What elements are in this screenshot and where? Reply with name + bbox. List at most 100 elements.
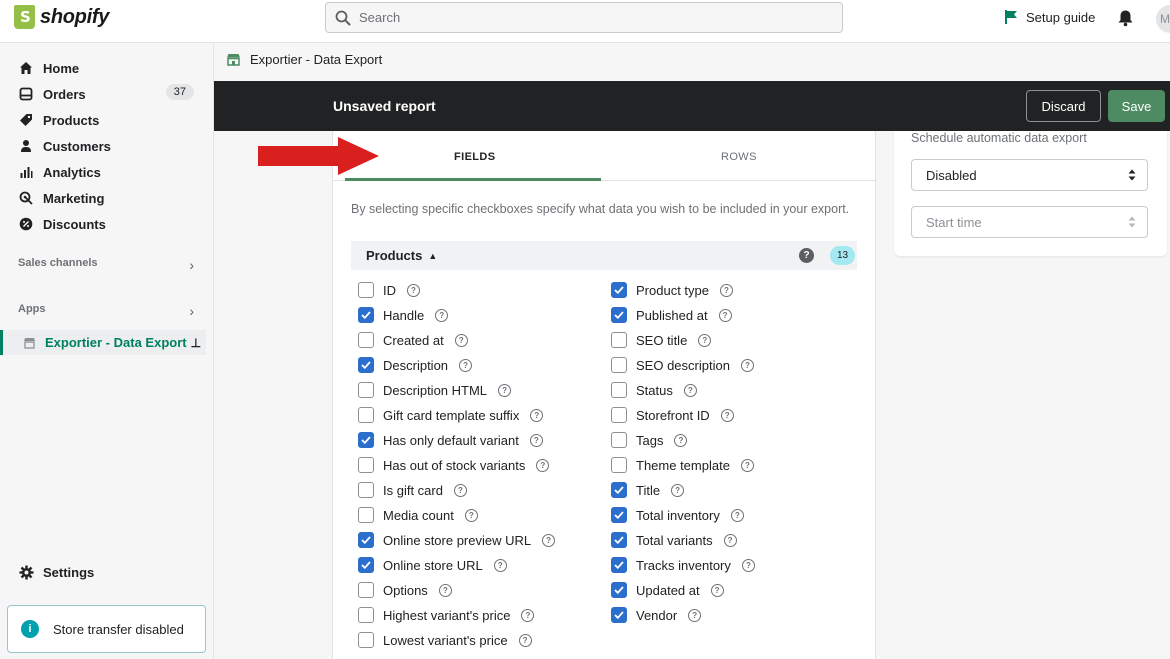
checkbox-unchecked[interactable] (358, 482, 374, 498)
sidebar-item-marketing[interactable]: Marketing (18, 187, 196, 209)
field-checkbox-row[interactable]: Storefront ID? (611, 405, 734, 425)
help-icon[interactable]: ? (498, 383, 512, 397)
field-checkbox-row[interactable]: Media count? (358, 505, 478, 525)
save-button[interactable]: Save (1108, 90, 1165, 122)
checkbox-unchecked[interactable] (611, 357, 627, 373)
sidebar-item-exportier[interactable]: Exportier - Data Export ⊥ (0, 330, 206, 355)
help-icon[interactable]: ? (799, 248, 814, 263)
notifications-button[interactable] (1117, 9, 1134, 30)
help-icon[interactable]: ? (521, 608, 535, 622)
field-checkbox-row[interactable]: Tracks inventory? (611, 555, 755, 575)
sidebar-item-discounts[interactable]: Discounts (18, 213, 196, 235)
sidebar-item-home[interactable]: Home (18, 57, 196, 79)
checkbox-checked[interactable] (358, 532, 374, 548)
field-checkbox-row[interactable]: Title? (611, 480, 685, 500)
field-checkbox-row[interactable]: Product type? (611, 280, 733, 300)
help-icon[interactable]: ? (698, 333, 712, 347)
shopify-logo[interactable]: shopify (14, 5, 109, 29)
checkbox-checked[interactable] (358, 557, 374, 573)
field-checkbox-row[interactable]: Created at? (358, 330, 468, 350)
field-checkbox-row[interactable]: Description? (358, 355, 473, 375)
help-icon[interactable]: ? (530, 408, 544, 422)
sales-channels-section[interactable]: Sales channels › (18, 257, 194, 273)
help-icon[interactable]: ? (518, 633, 532, 647)
field-checkbox-row[interactable]: Tags? (611, 430, 688, 450)
sidebar-item-customers[interactable]: Customers (18, 135, 196, 157)
checkbox-checked[interactable] (611, 507, 627, 523)
help-icon[interactable]: ? (464, 508, 478, 522)
field-checkbox-row[interactable]: Has out of stock variants? (358, 455, 550, 475)
help-icon[interactable]: ? (720, 408, 734, 422)
help-icon[interactable]: ? (493, 558, 507, 572)
help-icon[interactable]: ? (435, 308, 449, 322)
checkbox-checked[interactable] (611, 307, 627, 323)
field-checkbox-row[interactable]: Published at? (611, 305, 732, 325)
checkbox-checked[interactable] (358, 357, 374, 373)
help-icon[interactable]: ? (723, 533, 737, 547)
schedule-select[interactable]: Disabled (911, 159, 1148, 191)
sidebar-item-products[interactable]: Products (18, 109, 196, 131)
field-checkbox-row[interactable]: Status? (611, 380, 697, 400)
field-checkbox-row[interactable]: Online store preview URL? (358, 530, 556, 550)
checkbox-unchecked[interactable] (358, 582, 374, 598)
checkbox-unchecked[interactable] (611, 382, 627, 398)
field-checkbox-row[interactable]: SEO description? (611, 355, 754, 375)
tab-fields[interactable]: FIELDS (454, 151, 496, 163)
field-checkbox-row[interactable]: Vendor? (611, 605, 702, 625)
field-checkbox-row[interactable]: Theme template? (611, 455, 754, 475)
checkbox-checked[interactable] (611, 557, 627, 573)
checkbox-checked[interactable] (358, 432, 374, 448)
help-icon[interactable]: ? (740, 358, 754, 372)
pin-icon[interactable]: ⊥ (191, 336, 201, 350)
avatar[interactable]: M (1156, 5, 1170, 33)
checkbox-unchecked[interactable] (358, 457, 374, 473)
help-icon[interactable]: ? (536, 458, 550, 472)
field-checkbox-row[interactable]: Highest variant's price? (358, 605, 535, 625)
field-checkbox-row[interactable]: Lowest variant's price? (358, 630, 532, 650)
help-icon[interactable]: ? (720, 283, 733, 297)
help-icon[interactable]: ? (674, 433, 688, 447)
checkbox-unchecked[interactable] (358, 332, 374, 348)
sidebar-item-analytics[interactable]: Analytics (18, 161, 196, 183)
checkbox-unchecked[interactable] (611, 457, 627, 473)
field-checkbox-row[interactable]: Total inventory? (611, 505, 744, 525)
field-checkbox-row[interactable]: Is gift card? (358, 480, 467, 500)
checkbox-unchecked[interactable] (358, 607, 374, 623)
checkbox-unchecked[interactable] (611, 432, 627, 448)
field-checkbox-row[interactable]: Updated at? (611, 580, 724, 600)
field-checkbox-row[interactable]: Gift card template suffix? (358, 405, 544, 425)
checkbox-checked[interactable] (611, 607, 627, 623)
checkbox-checked[interactable] (611, 582, 627, 598)
field-checkbox-row[interactable]: SEO title? (611, 330, 712, 350)
sidebar-item-orders[interactable]: Orders 37 (18, 83, 196, 105)
field-checkbox-row[interactable]: Has only default variant? (358, 430, 543, 450)
help-icon[interactable]: ? (741, 558, 755, 572)
checkbox-checked[interactable] (611, 282, 627, 298)
apps-section[interactable]: Apps › (18, 303, 194, 319)
help-icon[interactable]: ? (688, 608, 702, 622)
sidebar-item-settings[interactable]: Settings (18, 561, 196, 583)
help-icon[interactable]: ? (454, 333, 468, 347)
checkbox-checked[interactable] (358, 307, 374, 323)
field-checkbox-row[interactable]: Description HTML? (358, 380, 512, 400)
checkbox-unchecked[interactable] (611, 407, 627, 423)
help-icon[interactable]: ? (710, 583, 724, 597)
help-icon[interactable]: ? (740, 458, 754, 472)
help-icon[interactable]: ? (438, 583, 452, 597)
setup-guide-button[interactable]: Setup guide (1004, 9, 1095, 25)
tab-rows[interactable]: ROWS (721, 151, 757, 163)
checkbox-unchecked[interactable] (611, 332, 627, 348)
field-checkbox-row[interactable]: ID? (358, 280, 420, 300)
field-checkbox-row[interactable]: Total variants? (611, 530, 737, 550)
products-section-header[interactable]: Products ▲ ? 13 (351, 241, 857, 270)
start-time-select[interactable]: Start time (911, 206, 1148, 238)
help-icon[interactable]: ? (529, 433, 543, 447)
checkbox-unchecked[interactable] (358, 382, 374, 398)
checkbox-checked[interactable] (611, 482, 627, 498)
help-icon[interactable]: ? (453, 483, 467, 497)
help-icon[interactable]: ? (542, 533, 556, 547)
help-icon[interactable]: ? (407, 283, 420, 297)
field-checkbox-row[interactable]: Online store URL? (358, 555, 507, 575)
field-checkbox-row[interactable]: Handle? (358, 305, 449, 325)
store-transfer-banner[interactable]: i Store transfer disabled (7, 605, 206, 653)
